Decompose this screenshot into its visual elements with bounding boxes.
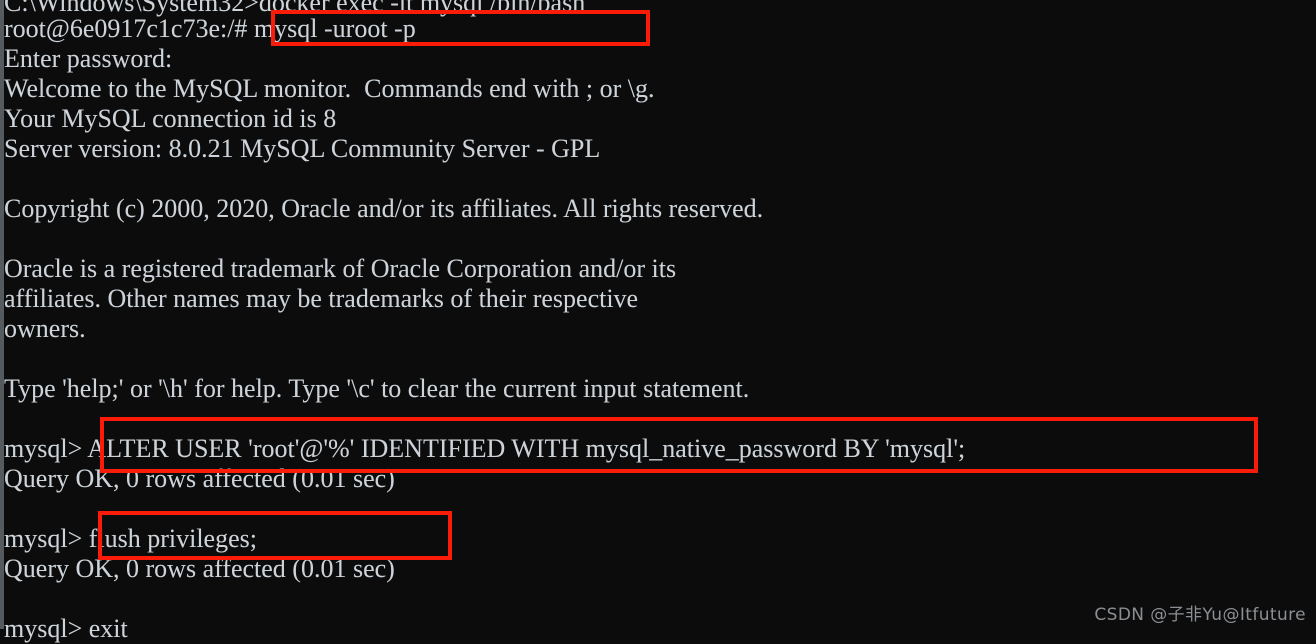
query-ok-line-2: Query OK, 0 rows affected (0.01 sec): [4, 554, 395, 583]
trademark-line-1: Oracle is a registered trademark of Orac…: [4, 254, 677, 283]
exit-line: mysql> exit: [4, 614, 128, 643]
alter-user-line: mysql> ALTER USER 'root'@'%' IDENTIFIED …: [4, 434, 966, 463]
connection-id-line: Your MySQL connection id is 8: [4, 104, 337, 133]
bash-prompt-line: root@6e0917c1c73e:/# mysql -uroot -p: [4, 14, 416, 43]
trademark-line-3: owners.: [4, 314, 86, 343]
trademark-line-2: affiliates. Other names may be trademark…: [4, 284, 639, 313]
server-version-line: Server version: 8.0.21 MySQL Community S…: [4, 134, 601, 163]
query-ok-line-1: Query OK, 0 rows affected (0.01 sec): [4, 464, 395, 493]
flush-privileges-line: mysql> flush privileges;: [4, 524, 257, 553]
welcome-line: Welcome to the MySQL monitor. Commands e…: [4, 74, 655, 103]
enter-password: Enter password:: [4, 44, 173, 73]
help-line: Type 'help;' or '\h' for help. Type '\c'…: [4, 374, 750, 403]
csdn-watermark: CSDN @子非Yu@Itfuture: [1094, 605, 1306, 625]
terminal-window[interactable]: C:\Windows\System32>docker exec -it mysq…: [0, 0, 1316, 643]
copyright-line: Copyright (c) 2000, 2020, Oracle and/or …: [4, 194, 764, 223]
window-left-edge: [0, 0, 4, 629]
